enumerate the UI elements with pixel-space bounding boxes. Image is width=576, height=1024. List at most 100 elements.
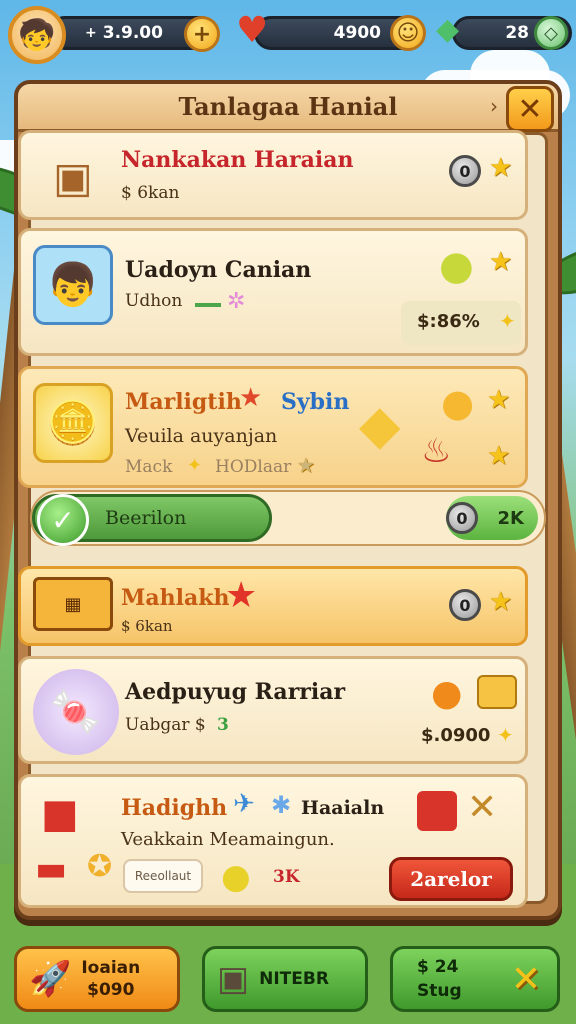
red-star-icon: ★: [225, 575, 258, 616]
progress-label: Beerilon: [105, 507, 187, 529]
row-title: Aedpuyug Rarriar: [125, 679, 346, 705]
sparkle-icon: ✦: [187, 455, 203, 476]
red-gift-icon: [417, 791, 457, 831]
diamond-icon: ◆: [359, 393, 401, 456]
check-icon: ✓: [37, 494, 89, 546]
bottom-middle-button[interactable]: ▣ NITEBR: [202, 946, 368, 1012]
progress-dash: [195, 303, 221, 307]
progress-row: ✓ Beerilon 2K 0: [30, 490, 546, 546]
add-coins-button[interactable]: +: [184, 16, 220, 52]
gold-card-icon: [477, 675, 517, 709]
character-portrait-icon: 👦: [33, 245, 113, 325]
sneaker-icon: ▬: [35, 849, 68, 889]
close-icon: ✕: [517, 91, 543, 127]
bottom-left-line2: $090: [87, 980, 135, 1000]
row-subtitle-tail: 3: [217, 715, 229, 735]
avatar-icon: 🧒: [18, 17, 56, 53]
action-button-label: 2arelor: [410, 867, 492, 891]
rocket-icon: 🚀: [29, 959, 72, 999]
heart-icon: ♥: [236, 10, 269, 51]
panel-title: Tanlagaa Hanial: [178, 92, 398, 121]
top-hud: + 3.9.00 🧒 + 4900 ♥ ☺ 28 ◆ ◇: [8, 6, 572, 64]
stars-badge-icon: ✪: [87, 849, 113, 884]
heart-amount: 4900: [333, 23, 381, 43]
progress-button[interactable]: ✓ Beerilon: [32, 494, 272, 546]
list-item[interactable]: ▣ Nankakan Haraian $ 6kan 0 ★: [18, 130, 528, 220]
avatar[interactable]: 🧒: [8, 6, 66, 64]
row-subtitle: Uabgar $: [125, 715, 206, 735]
row-subtitle: Veuila auyanjan: [125, 425, 278, 447]
row-tag: Sybin: [281, 389, 350, 415]
list-item[interactable]: 👦 Uadoyn Canian Udhon ✲ ● ★ $:86% ✦: [18, 228, 528, 356]
bottom-right-line1: $ 24: [417, 957, 459, 977]
count-badge: 0: [446, 502, 478, 534]
row-title: Uadoyn Canian: [125, 257, 312, 283]
lemon-mascot-icon: ●: [439, 243, 474, 289]
star-icon: ★: [489, 247, 513, 277]
chest-icon: ▣: [217, 959, 250, 999]
close-button[interactable]: ✕: [506, 86, 554, 132]
tool-x-icon: ✕: [467, 787, 498, 828]
coin-counter-plus: +: [85, 25, 97, 41]
diamond-icon: ◇: [544, 22, 558, 44]
row-meta-1: Mack: [125, 457, 173, 477]
row-title: Mahlakh: [121, 585, 230, 611]
blue-star-icon: ✱: [271, 791, 292, 819]
list-item[interactable]: 🍬 Aedpuyug Rarriar Uabgar $ 3 ● $.0900 ✦: [18, 656, 528, 764]
row-meta-2: HODlaar: [215, 457, 292, 477]
count-badge: 0: [449, 589, 481, 621]
owl-icon: ●: [431, 673, 463, 714]
list-item[interactable]: ■ ▬ ✪ Hadighh ✈ ✱ Haaialn Veakkain Meama…: [18, 774, 528, 908]
reward-chip-value: 2K: [497, 507, 524, 529]
row-tag: Haaialn: [301, 797, 385, 819]
row-extra: 3K: [273, 867, 300, 887]
row-title: Nankakan Haraian: [121, 147, 354, 173]
lemon-icon: ●: [221, 857, 251, 897]
count-badge: 0: [449, 155, 481, 187]
secondary-button-label: Reeollaut: [134, 869, 192, 883]
star-icon: ★: [487, 441, 511, 471]
action-button[interactable]: 2arelor: [389, 857, 513, 901]
crate-icon: ▣: [53, 152, 93, 202]
list-item[interactable]: 🪙 Marligtih ★ Sybin Veuila auyanjan Mack…: [18, 366, 528, 488]
row-subtitle: $ 6kan: [121, 617, 173, 635]
bottom-left-line1: Ioaian: [81, 958, 141, 978]
bottom-right-line2: Stug: [417, 981, 462, 1001]
star-icon: ★: [297, 453, 315, 477]
candy-coin-icon: 🍬: [33, 669, 119, 755]
row-title: Marligtih: [125, 389, 242, 415]
gem-amount: 28: [505, 23, 529, 43]
rocket-star-icon: ★: [239, 383, 263, 413]
row-title: Hadighh: [121, 795, 228, 821]
coin-amount: 3.9.00: [102, 23, 163, 43]
star-icon: ★: [489, 587, 513, 617]
bottom-left-text: Ioaian $090: [81, 957, 140, 1001]
panel-header: Tanlagaa Hanial: [18, 84, 558, 132]
secondary-button[interactable]: Reeollaut: [123, 859, 203, 893]
bottom-middle-label: NITEBR: [259, 969, 329, 989]
backpack-icon: ■: [41, 791, 79, 837]
bottom-left-button[interactable]: 🚀 Ioaian $090: [14, 946, 180, 1012]
row-price: $.0900: [421, 725, 491, 746]
sparkle-icon: ✦: [497, 723, 514, 747]
bottom-right-button[interactable]: $ 24 Stug ✕: [390, 946, 560, 1012]
row-subtitle: $ 6kan: [121, 183, 180, 203]
list-item[interactable]: ▦ Mahlakh ★ $ 6kan 0 ★: [18, 566, 528, 646]
pot-icon: ♨: [421, 431, 452, 471]
pink-star-icon: ✲: [227, 289, 246, 314]
gem-icon: ◆: [436, 12, 460, 47]
mascot-icon: ●: [441, 381, 475, 425]
close-icon: ✕: [510, 959, 541, 1000]
sparkle-icon: ✦: [499, 309, 516, 333]
star-icon: ★: [487, 385, 511, 415]
chest-sign-icon: ▦: [33, 577, 113, 631]
row-subtitle: Udhon: [125, 291, 183, 311]
chevron-right-icon[interactable]: ›: [490, 94, 498, 118]
star-icon: ★: [489, 153, 513, 183]
add-gems-button[interactable]: ◇: [534, 16, 568, 50]
row-price: $:86%: [417, 311, 480, 332]
magic-coin-icon: 🪙: [33, 383, 113, 463]
blue-rocket-icon: ✈: [233, 789, 255, 819]
bottom-right-text: $ 24 Stug: [417, 955, 462, 1003]
smiley-coin-icon[interactable]: ☺: [390, 15, 426, 51]
